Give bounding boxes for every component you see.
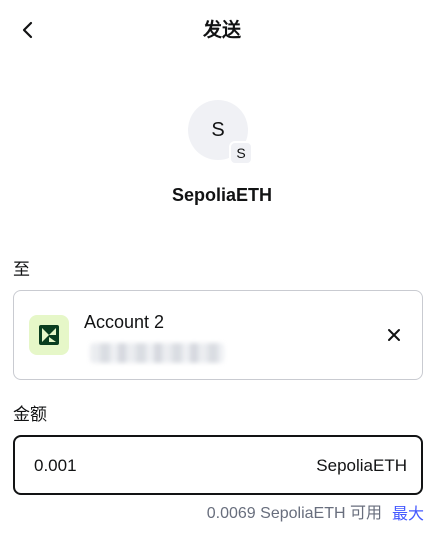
token-avatar-letter: S [211,118,225,141]
account-address-redacted [90,343,224,363]
network-badge-letter: S [236,145,246,161]
max-button[interactable]: 最大 [392,503,424,525]
recipient-label: 至 [13,260,30,280]
recipient-card[interactable]: Account 2 [13,290,423,380]
balance-row: 0.0069 SepoliaETH 可用 最大 [207,503,424,525]
account-avatar [29,315,69,355]
account-identicon-icon [39,325,59,345]
token-name: SepoliaETH [171,185,273,205]
network-badge: S [229,141,253,165]
amount-input[interactable] [34,453,274,479]
account-name: Account 2 [84,312,165,332]
page-title: 发送 [202,19,241,41]
amount-field[interactable]: SepoliaETH [13,435,423,495]
close-icon [388,329,400,341]
amount-label: 金额 [13,405,47,425]
amount-unit: SepoliaETH [316,456,407,475]
available-balance: 0.0069 SepoliaETH 可用 [206,505,382,522]
clear-recipient-button[interactable] [380,321,408,349]
page-header: 发送 [0,0,444,60]
